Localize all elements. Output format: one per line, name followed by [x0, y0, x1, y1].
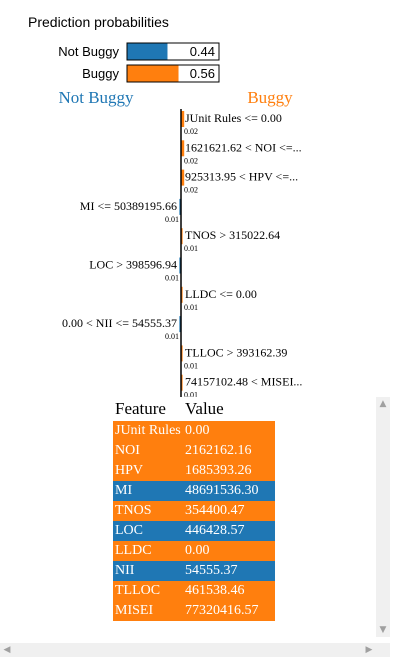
table-row: JUnit Rules 0.00	[113, 421, 275, 441]
feature-value-cell: 446428.57	[183, 521, 275, 541]
value-column-header: Value	[183, 397, 275, 421]
feature-value-cell: 0.00	[183, 541, 275, 561]
prediction-probabilities-title: Prediction probabilities	[28, 14, 169, 30]
scrollbar-corner	[376, 643, 390, 657]
feature-label-6: LLDC <= 0.00	[185, 287, 257, 301]
right-class-label: Buggy	[247, 88, 293, 107]
feature-value-cell: 54555.37	[183, 561, 275, 581]
feature-value-table: Feature Value JUnit Rules 0.00 NOI 2162162.…	[113, 397, 275, 621]
horizontal-scrollbar[interactable]: ◀ ▶	[0, 643, 390, 657]
left-class-label: Not Buggy	[58, 88, 134, 107]
feature-label-9: 74157102.48 < MISEI...	[185, 375, 302, 389]
feature-label-8: TLLOC > 393162.39	[185, 345, 287, 359]
prob-value-label-0: 0.44	[190, 44, 215, 59]
feature-label-0: JUnit Rules <= 0.00	[185, 111, 282, 125]
feature-value-cell: 1685393.26	[183, 461, 275, 481]
feature-weight-1: 0.02	[184, 156, 198, 165]
feature-label-1: 1621621.62 < NOI <=...	[185, 140, 302, 154]
feature-value-cell: 0.00	[183, 421, 275, 441]
vertical-scrollbar[interactable]: ▲ ▼	[376, 397, 390, 637]
feature-weight-5: 0.01	[165, 274, 179, 283]
table-row: LLDC 0.00	[113, 541, 275, 561]
prob-value-label-1: 0.56	[190, 66, 215, 81]
feature-explanation-chart: Not Buggy Buggy JUnit Rules <= 0.00 0.02 162…	[58, 88, 302, 399]
triangle-left-icon[interactable]: ◀	[0, 643, 14, 657]
prob-bar-1	[127, 65, 179, 82]
feature-name-cell: JUnit Rules	[113, 421, 183, 441]
feature-label-4: TNOS > 315022.64	[185, 228, 280, 242]
feature-weight-6: 0.01	[184, 303, 198, 312]
triangle-down-icon[interactable]: ▼	[376, 623, 390, 637]
table-row: MISEI 77320416.57	[113, 601, 275, 621]
feature-weight-4: 0.01	[184, 244, 198, 253]
prob-label-0: Not Buggy	[58, 44, 119, 59]
feature-name-cell: NOI	[113, 441, 183, 461]
feature-value-cell: 2162162.16	[183, 441, 275, 461]
table-row: LOC 446428.57	[113, 521, 275, 541]
table-row: MI 48691536.30	[113, 481, 275, 501]
feature-label-2: 925313.95 < HPV <=...	[185, 170, 298, 184]
feature-name-cell: TNOS	[113, 501, 183, 521]
table-row: TNOS 354400.47	[113, 501, 275, 521]
feature-weight-7: 0.01	[165, 332, 179, 341]
feature-name-cell: MISEI	[113, 601, 183, 621]
feature-weight-2: 0.02	[184, 186, 198, 195]
feature-weight-0: 0.02	[184, 127, 198, 136]
prob-label-1: Buggy	[82, 66, 119, 81]
table-row: NOI 2162162.16	[113, 441, 275, 461]
feature-value-table-container: Feature Value JUnit Rules 0.00 NOI 2162162.…	[113, 397, 375, 621]
feature-name-cell: NII	[113, 561, 183, 581]
triangle-right-icon[interactable]: ▶	[362, 643, 376, 657]
feature-name-cell: TLLOC	[113, 581, 183, 601]
feature-value-cell: 354400.47	[183, 501, 275, 521]
feature-label-5: LOC > 398596.94	[89, 258, 177, 272]
feature-weight-8: 0.01	[184, 361, 198, 370]
table-header-row: Feature Value	[113, 397, 275, 421]
feature-table-body: JUnit Rules 0.00 NOI 2162162.16 HPV 1685393.2…	[113, 421, 275, 621]
feature-label-3: MI <= 50389195.66	[80, 199, 177, 213]
table-row: TLLOC 461538.46	[113, 581, 275, 601]
table-row: HPV 1685393.26	[113, 461, 275, 481]
feature-value-cell: 461538.46	[183, 581, 275, 601]
feature-label-7: 0.00 < NII <= 54555.37	[62, 316, 177, 330]
triangle-up-icon[interactable]: ▲	[376, 397, 390, 411]
prediction-probabilities-chart: Not Buggy 0.44 Buggy 0.56	[58, 42, 220, 83]
table-row: NII 54555.37	[113, 561, 275, 581]
feature-name-cell: MI	[113, 481, 183, 501]
feature-value-cell: 48691536.30	[183, 481, 275, 501]
feature-name-cell: LLDC	[113, 541, 183, 561]
feature-value-cell: 77320416.57	[183, 601, 275, 621]
feature-name-cell: LOC	[113, 521, 183, 541]
feature-column-header: Feature	[113, 397, 183, 421]
prob-bar-0	[127, 43, 168, 60]
feature-weight-3: 0.01	[165, 215, 179, 224]
feature-name-cell: HPV	[113, 461, 183, 481]
